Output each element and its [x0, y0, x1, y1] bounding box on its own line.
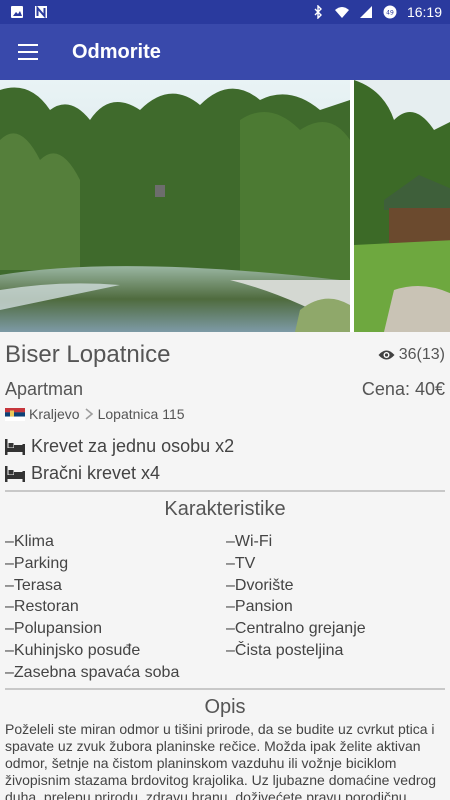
- menu-button[interactable]: [0, 24, 56, 80]
- feature-item: –Terasa: [5, 576, 62, 594]
- bluetooth-icon: [314, 5, 322, 19]
- bed-label: Krevet za jednu osobu x2: [31, 436, 235, 456]
- menu-icon: [18, 44, 38, 60]
- listing-photo-gazebo[interactable]: [354, 80, 450, 332]
- bed-icon: [5, 465, 25, 482]
- location-city[interactable]: Kraljevo: [29, 406, 80, 422]
- feature-item: –Parking: [5, 554, 69, 572]
- feature-item: –Centralno grejanje: [226, 620, 366, 638]
- photo-gallery[interactable]: [0, 80, 450, 332]
- bed-double: Bračni krevet x4: [5, 463, 445, 484]
- listing-type: Apartman: [5, 379, 84, 399]
- features-list: –Klima –Wi-Fi –Parking –TV –Terasa –Dvor…: [5, 531, 445, 684]
- app-bar: Odmorite: [0, 24, 450, 80]
- app-title: Odmorite: [72, 40, 161, 63]
- location-breadcrumb: Kraljevo Lopatnica 115: [5, 406, 445, 422]
- description-text: Poželeli ste miran odmor u tišini prirod…: [5, 720, 437, 800]
- views-label: 36(13): [398, 346, 445, 363]
- clock: 16:19: [406, 4, 442, 20]
- image-icon: [11, 6, 23, 18]
- feature-item: –Čista posteljina: [226, 641, 344, 659]
- signal-icon: [359, 6, 372, 18]
- feature-item: [226, 662, 445, 684]
- bed-icon: [5, 438, 25, 455]
- features-title: Karakteristike: [164, 498, 286, 520]
- wifi-icon: [334, 7, 349, 18]
- feature-item: –Dvorište: [226, 576, 294, 594]
- feature-item: –Restoran: [5, 598, 79, 616]
- eye-icon: [378, 350, 395, 360]
- listing-details: Biser Lopatnice 36(13) Apartman Cena: 40…: [0, 332, 450, 800]
- feature-item: –Pansion: [226, 598, 293, 616]
- feature-item: –TV: [226, 554, 256, 572]
- description-title: Opis: [204, 695, 246, 718]
- views-count: 36(13): [378, 346, 445, 364]
- svg-text:49: 49: [386, 10, 394, 17]
- listing-name: Biser Lopatnice: [5, 341, 171, 368]
- divider: [5, 490, 445, 492]
- feature-item: –Polupansion: [5, 620, 102, 638]
- feature-item: –Kuhinjsko posuđe: [5, 641, 141, 659]
- bed-label: Bračni krevet x4: [31, 463, 161, 483]
- status-bar: 49 16:19: [0, 0, 450, 24]
- battery-icon: 49: [383, 5, 397, 19]
- divider: [5, 687, 445, 690]
- feature-item: –Klima: [5, 533, 54, 550]
- listing-price: Cena: 40€: [361, 379, 445, 399]
- serbia-flag-icon: [5, 407, 25, 421]
- feature-item: –Wi-Fi: [226, 533, 273, 550]
- feature-item: –Zasebna spavaća soba: [5, 663, 180, 681]
- bed-single: Krevet za jednu osobu x2: [5, 436, 445, 457]
- chevron-right-icon: [85, 408, 93, 420]
- listing-photo-pond[interactable]: [0, 80, 350, 332]
- location-address[interactable]: Lopatnica 115: [98, 406, 185, 422]
- n-icon: [35, 5, 47, 19]
